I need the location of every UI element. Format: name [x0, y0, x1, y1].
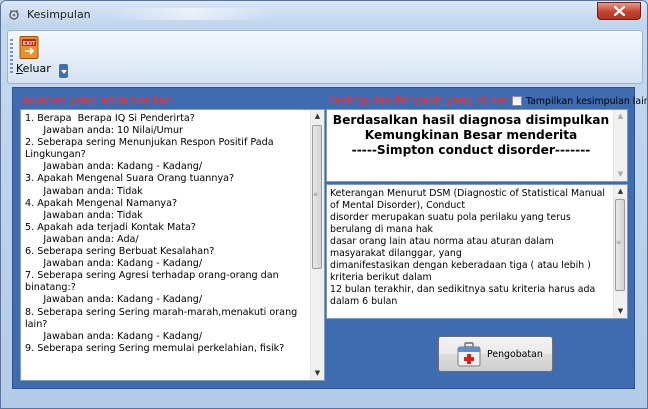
medicine-kit-icon [457, 342, 481, 367]
conclusion-line-1: Berdasalkan hasil diagnosa disimpulkan [332, 113, 610, 127]
window-title: Kesimpulan [27, 8, 91, 21]
toolbar-overflow-chevron[interactable] [59, 64, 68, 78]
scroll-down-arrow[interactable]: ▼ [614, 305, 627, 318]
show-other-conclusion[interactable]: Tampilkan kesimpulan lain [512, 95, 647, 107]
scroll-grip: ≡ [616, 239, 622, 246]
keluar-mnemonic: K [16, 62, 23, 75]
close-icon [613, 6, 625, 16]
toolbar: EXIT Keluar [7, 30, 643, 84]
kesimpulan-window: Kesimpulan EXIT Keluar Jawaban yang anda… [0, 0, 648, 409]
exit-door-icon: EXIT [19, 36, 39, 59]
keluar-button[interactable]: EXIT Keluar [14, 34, 56, 78]
answers-label: Jawaban yang anda berikan [20, 94, 173, 107]
scroll-up-arrow[interactable]: ▲ [614, 110, 627, 123]
scroll-grip: ≡ [313, 191, 319, 198]
scroll-up-arrow[interactable]: ▲ [614, 185, 627, 198]
scroll-up-arrow[interactable]: ▲ [311, 110, 324, 123]
conclusion-line-3: -----Simpton conduct disorder------- [351, 143, 591, 157]
title-glare [111, 8, 271, 20]
answers-scrollbar[interactable]: ▲ ≡ ▼ [310, 110, 324, 380]
pengobatan-label: Pengobatan [487, 349, 543, 360]
title-bar[interactable]: Kesimpulan [1, 1, 647, 29]
scroll-down-arrow[interactable]: ▼ [311, 367, 324, 380]
conclusion-scrollbar[interactable]: ▲ ▼ [613, 110, 627, 181]
show-other-label[interactable]: Tampilkan kesimpulan lain [526, 96, 647, 107]
show-other-checkbox[interactable] [512, 96, 522, 106]
description-scrollbar[interactable]: ▲ ≡ ▼ [613, 185, 627, 318]
toolbar-grip[interactable] [10, 39, 13, 75]
keluar-label-rest: eluar [22, 62, 51, 75]
scroll-down-arrow[interactable]: ▼ [614, 168, 627, 181]
stethoscope-icon [9, 10, 19, 20]
description-textbox[interactable]: Keterangan Menurut DSM (Diagnostic of St… [326, 184, 628, 319]
close-button[interactable] [597, 2, 641, 20]
conclusion-text: Berdasalkan hasil diagnosa disimpulkan K… [329, 113, 613, 158]
keluar-label: Keluar [16, 62, 51, 75]
answers-text: 1. Berapa Berapa IQ Si Penderirta? Jawab… [25, 113, 298, 354]
exit-icon-text: EXIT [23, 41, 36, 47]
pengobatan-button[interactable]: Pengobatan [438, 336, 553, 372]
conclusion-textbox[interactable]: Berdasalkan hasil diagnosa disimpulkan K… [326, 109, 628, 182]
result-panel: Jawaban yang anda berikan 1. Berapa Bera… [12, 87, 647, 389]
conclusion-line-2: Kemungkinan Besar menderita [364, 128, 578, 142]
conclusion-label: Kesimpulan Penyakit yang di derita [328, 94, 523, 107]
description-text: Keterangan Menurut DSM (Diagnostic of St… [330, 188, 606, 307]
answers-textbox[interactable]: 1. Berapa Berapa IQ Si Penderirta? Jawab… [20, 109, 325, 381]
